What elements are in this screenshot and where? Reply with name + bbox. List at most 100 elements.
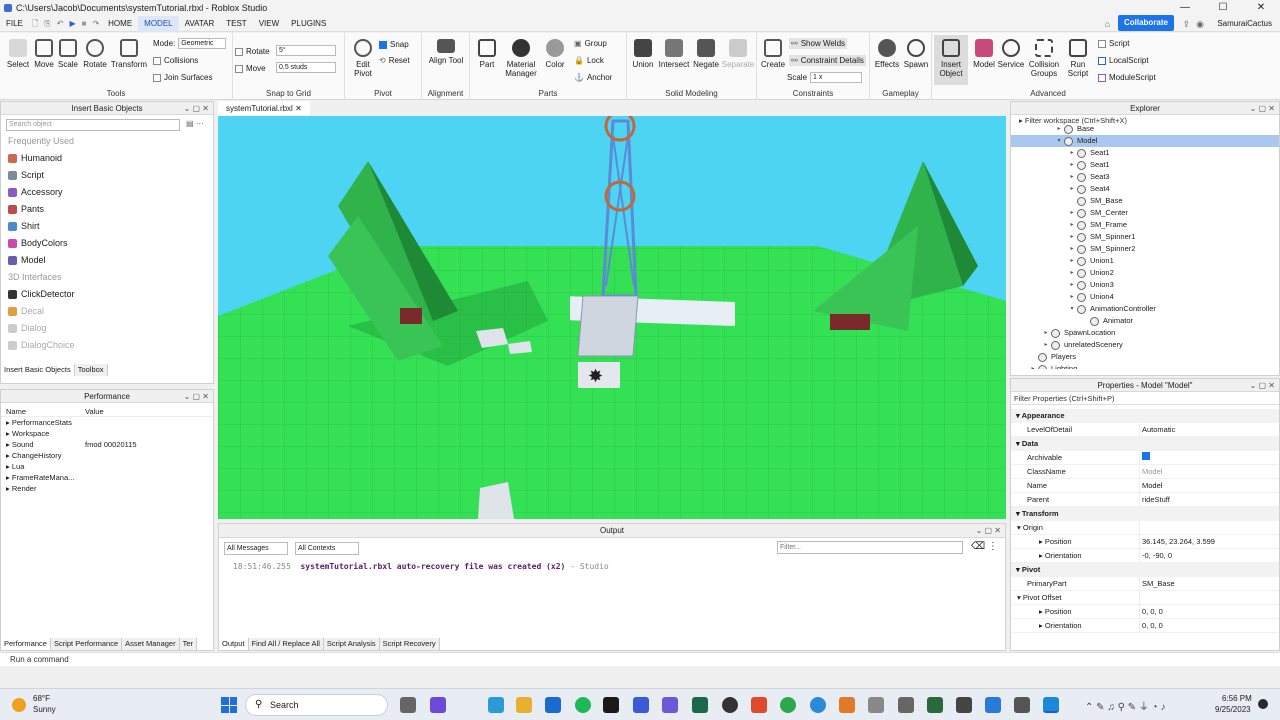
property-value[interactable]: Model: [1139, 465, 1279, 478]
tree-toggle-icon[interactable]: ▸: [1067, 171, 1077, 183]
tree-toggle-icon[interactable]: ▸: [1067, 267, 1077, 279]
redo-icon[interactable]: ↷: [89, 16, 102, 32]
tree-toggle-icon[interactable]: ▸: [1041, 339, 1051, 351]
object-search-input[interactable]: Search object: [6, 119, 180, 131]
spotify-icon[interactable]: [575, 697, 591, 713]
mode-select[interactable]: Geometric: [178, 38, 227, 49]
3d-viewport[interactable]: ✸: [218, 116, 1006, 519]
performance-row[interactable]: ▸ Render: [1, 483, 213, 494]
help-icon[interactable]: ⌂: [1105, 19, 1110, 29]
explorer-item[interactable]: ▸ unrelatedScenery: [1011, 339, 1279, 351]
tab-terrain[interactable]: Ter: [179, 638, 198, 650]
property-row[interactable]: ClassName Model: [1011, 465, 1279, 479]
tray-icons[interactable]: ⌃ ✎ ♫ ⚲ ✎ ⏚ ◔ ♪: [1085, 698, 1165, 713]
panel-close-icon[interactable]: ⌄ ▢ ✕: [1250, 102, 1275, 115]
collisions-checkbox[interactable]: [153, 56, 161, 65]
object-item[interactable]: Humanoid: [1, 150, 213, 167]
collaborate-button[interactable]: Collaborate: [1117, 15, 1174, 31]
explorer-item[interactable]: ▸ Seat3: [1011, 171, 1279, 183]
start-windows-icon[interactable]: [221, 697, 237, 713]
transform-tool[interactable]: Transform: [110, 39, 148, 69]
tree-toggle-icon[interactable]: ▸: [1067, 183, 1077, 195]
contexts-filter-select[interactable]: All Contexts: [295, 542, 359, 555]
material-manager-tool[interactable]: Material Manager: [502, 39, 540, 78]
select-tool[interactable]: Select: [4, 39, 32, 69]
property-row[interactable]: ▾ Origin: [1011, 521, 1279, 535]
close-button[interactable]: ✕: [1242, 0, 1280, 16]
union-tool[interactable]: Union: [629, 39, 657, 69]
object-item[interactable]: ClickDetector: [1, 286, 213, 303]
property-category[interactable]: ▾ Transform: [1011, 507, 1279, 521]
explorer-item[interactable]: ▾ Model: [1011, 135, 1279, 147]
run-script-tool[interactable]: Run Script: [1064, 39, 1092, 78]
property-value[interactable]: Model: [1139, 479, 1279, 492]
tab-system-tutorial[interactable]: systemTutorial.rbxl ✕: [218, 101, 310, 116]
object-item[interactable]: Decal: [1, 303, 213, 320]
maximize-button[interactable]: ☐: [1204, 0, 1242, 16]
pivot-reset-button[interactable]: ⟲ Reset: [379, 56, 410, 65]
tree-toggle-icon[interactable]: ▸: [1067, 147, 1077, 159]
tree-toggle-icon[interactable]: ▸: [1067, 279, 1077, 291]
menu-model[interactable]: MODEL: [138, 15, 179, 32]
app6-icon[interactable]: [1014, 697, 1030, 713]
tree-toggle-icon[interactable]: ▾: [1054, 135, 1064, 147]
view-options-icon[interactable]: ▤ ⋯: [186, 119, 204, 128]
collision-groups-tool[interactable]: Collision Groups: [1026, 39, 1062, 78]
roblox-studio-taskbar-icon[interactable]: [1043, 697, 1059, 713]
open-icon[interactable]: ⎘: [41, 16, 53, 32]
object-item[interactable]: Dialog: [1, 320, 213, 337]
tab-toolbox[interactable]: Toolbox: [74, 364, 108, 376]
align-tool[interactable]: Align Tool: [428, 39, 464, 65]
rotate-tool[interactable]: Rotate: [82, 39, 108, 69]
performance-row[interactable]: ▸ FrameRateMana...: [1, 472, 213, 483]
explorer-item[interactable]: ▸ Lighting: [1011, 363, 1279, 369]
app4-icon[interactable]: [927, 697, 943, 713]
panel-close-icon[interactable]: ⌄ ▢ ✕: [1250, 379, 1275, 392]
app2-icon[interactable]: [868, 697, 884, 713]
scale-tool[interactable]: Scale: [56, 39, 80, 69]
property-value[interactable]: [1139, 591, 1279, 604]
taskbar-search-box[interactable]: ⚲ Search: [245, 694, 388, 716]
performance-row[interactable]: ▸ Sound fmod 00020115: [1, 439, 213, 450]
insert-object-tool[interactable]: Insert Object: [934, 35, 968, 85]
separate-tool[interactable]: Separate: [721, 39, 755, 69]
color-tool[interactable]: Color: [542, 39, 568, 69]
explorer-item[interactable]: Players: [1011, 351, 1279, 363]
tree-toggle-icon[interactable]: ▸: [1067, 207, 1077, 219]
explorer-item[interactable]: ▸ Union3: [1011, 279, 1279, 291]
properties-filter-input[interactable]: Filter Properties (Ctrl+Shift+P): [1011, 392, 1279, 405]
localscript-button[interactable]: LocalScript: [1098, 56, 1149, 65]
modulescript-button[interactable]: ModuleScript: [1098, 73, 1156, 82]
explorer-item[interactable]: ▸ Seat1: [1011, 159, 1279, 171]
tab-asset-manager[interactable]: Asset Manager: [122, 638, 180, 650]
property-value[interactable]: [1139, 451, 1279, 464]
profile-icon[interactable]: ◉: [1196, 19, 1204, 30]
github-icon[interactable]: [722, 697, 738, 713]
constraint-details-button[interactable]: ⚯ Constraint Details: [789, 55, 866, 66]
panel-close-icon[interactable]: ⌄ ▢ ✕: [184, 102, 209, 115]
property-row[interactable]: ▸ Orientation 0, 0, 0: [1011, 619, 1279, 633]
command-input[interactable]: Run a command: [0, 655, 69, 664]
steam-icon[interactable]: [603, 697, 619, 713]
explorer-item[interactable]: ▸ Union2: [1011, 267, 1279, 279]
negate-tool[interactable]: Negate: [691, 39, 721, 69]
menu-file[interactable]: FILE: [0, 16, 29, 32]
performance-row[interactable]: ▸ Workspace: [1, 428, 213, 439]
move-tool[interactable]: Move: [32, 39, 56, 69]
effects-tool[interactable]: Effects: [872, 39, 902, 69]
tree-toggle-icon[interactable]: ▸: [1067, 231, 1077, 243]
spawn-tool[interactable]: Spawn: [902, 39, 930, 69]
share-icon[interactable]: ⇪: [1182, 19, 1190, 30]
panel-close-icon[interactable]: ⌄ ▢ ✕: [184, 390, 209, 403]
property-value[interactable]: 36.145, 23.264, 3.599: [1139, 535, 1279, 548]
property-row[interactable]: ▾ Pivot Offset: [1011, 591, 1279, 605]
performance-row[interactable]: ▸ PerformanceStats: [1, 417, 213, 428]
group-button[interactable]: ▣ Group: [574, 39, 607, 48]
property-row[interactable]: ▸ Orientation -0, -90, 0: [1011, 549, 1279, 563]
constraint-scale-input[interactable]: 1 x: [810, 72, 863, 83]
explorer-item[interactable]: Animator: [1011, 315, 1279, 327]
create-constraint-tool[interactable]: Create: [761, 39, 785, 69]
tab-find-replace[interactable]: Find All / Replace All: [248, 638, 324, 650]
anchor-button[interactable]: ⚓ Anchor: [574, 73, 612, 82]
property-value[interactable]: SM_Base: [1139, 577, 1279, 590]
